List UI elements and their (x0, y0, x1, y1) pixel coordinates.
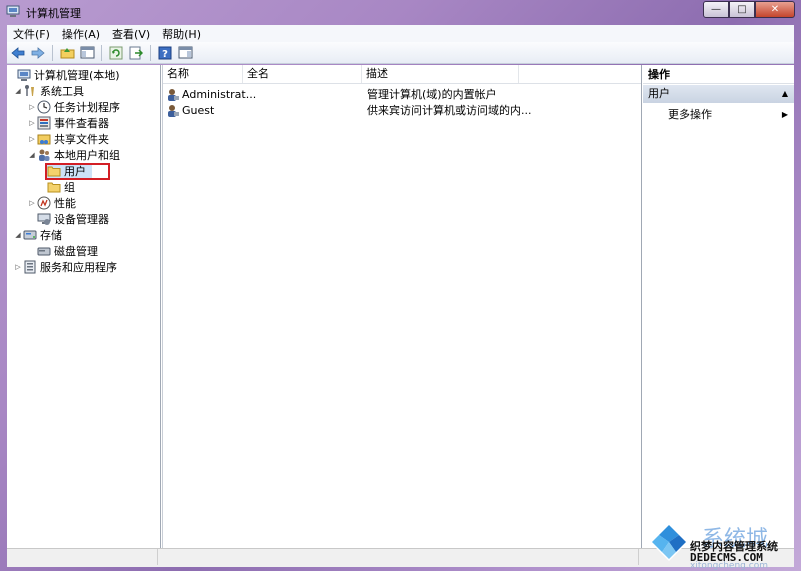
watermark-logo-icon (650, 523, 688, 561)
status-segment (158, 549, 639, 565)
export-icon[interactable] (127, 44, 145, 62)
tree-item-label: 设备管理器 (54, 213, 109, 226)
menu-bar: 文件(F) 操作(A) 查看(V) 帮助(H) (7, 25, 794, 42)
actions-section-label: 用户 (648, 87, 670, 100)
tree-item-system-tools[interactable]: ◢ 系统工具 (13, 83, 84, 99)
folder-icon (47, 180, 61, 194)
tree-item-label: 存储 (40, 229, 62, 242)
tree-item-computer-management[interactable]: 计算机管理(本地) (7, 67, 120, 83)
title-bar: 计算机管理 — □ ✕ (0, 0, 801, 24)
tree-item-disk-management[interactable]: 磁盘管理 (27, 243, 98, 259)
actions-pane: 操作 用户 ▲ 更多操作 ▶ (643, 65, 794, 548)
expanded-arrow-icon[interactable]: ◢ (27, 151, 37, 159)
tree-item-label: 共享文件夹 (54, 133, 109, 146)
storage-icon (23, 228, 37, 242)
close-button[interactable]: ✕ (755, 1, 795, 18)
user-description: 管理计算机(域)的内置帐户 (367, 88, 497, 101)
tree-item-event-viewer[interactable]: ▷ 事件查看器 (27, 115, 109, 131)
refresh-icon[interactable] (107, 44, 125, 62)
tree-item-shared-folders[interactable]: ▷ 共享文件夹 (27, 131, 109, 147)
minimize-button[interactable]: — (703, 1, 729, 18)
tree-item-services-applications[interactable]: ▷ 服务和应用程序 (13, 259, 117, 275)
user-icon (166, 103, 180, 119)
list-item[interactable]: Guest 供来宾访问计算机或访问域的内... (163, 103, 641, 119)
tree-item-label: 系统工具 (40, 85, 84, 98)
tools-icon (23, 84, 37, 98)
user-name: Administrat... (182, 88, 257, 101)
tree-item-storage[interactable]: ◢ 存储 (13, 227, 62, 243)
collapse-icon[interactable]: ▲ (782, 85, 788, 103)
up-icon[interactable] (58, 44, 76, 62)
back-icon[interactable] (9, 44, 27, 62)
user-description: 供来宾访问计算机或访问域的内... (367, 104, 532, 117)
user-name: Guest (182, 104, 215, 117)
navigation-tree: 计算机管理(本地) ◢ 系统工具 ▷ 任务计划程序 ▷ 事件查看器 ▷ 共享文件… (7, 65, 161, 548)
window-frame: 计算机管理 — □ ✕ 文件(F) 操作(A) 查看(V) 帮助(H) ? 计算… (0, 0, 801, 571)
tree-item-label: 磁盘管理 (54, 245, 98, 258)
collapsed-arrow-icon[interactable]: ▷ (27, 103, 37, 111)
site-watermark: 系统城 织梦内容管理系统 DEDECMS.COM xitongcheng.com (646, 517, 798, 571)
tree-item-groups[interactable]: 组 (47, 179, 75, 195)
actions-header: 操作 (643, 65, 794, 84)
disk-icon (37, 244, 51, 258)
column-header-name[interactable]: 名称 (163, 65, 243, 83)
column-header-fullname[interactable]: 全名 (243, 65, 362, 83)
collapsed-arrow-icon[interactable]: ▷ (13, 263, 23, 271)
collapsed-arrow-icon[interactable]: ▷ (27, 135, 37, 143)
column-header-description[interactable]: 描述 (362, 65, 519, 83)
tree-item-label: 计算机管理(本地) (34, 69, 120, 82)
list-item[interactable]: Administrat... 管理计算机(域)的内置帐户 (163, 87, 641, 103)
watermark-line-4: xitongcheng.com (690, 561, 768, 571)
svg-text:?: ? (162, 49, 168, 60)
user-icon (166, 87, 180, 103)
menu-file[interactable]: 文件(F) (7, 26, 56, 42)
selection-highlight-box (45, 163, 110, 180)
tree-item-label: 事件查看器 (54, 117, 109, 130)
submenu-arrow-icon: ▶ (781, 110, 788, 119)
tree-item-local-users-groups[interactable]: ◢ 本地用户和组 (27, 147, 120, 163)
computer-management-icon (6, 5, 20, 17)
toolbar-separator (52, 44, 53, 61)
tree-item-task-scheduler[interactable]: ▷ 任务计划程序 (27, 99, 120, 115)
collapsed-arrow-icon[interactable]: ▷ (27, 199, 37, 207)
collapsed-arrow-icon[interactable]: ▷ (27, 119, 37, 127)
menu-help[interactable]: 帮助(H) (156, 26, 207, 42)
tree-item-label: 服务和应用程序 (40, 261, 117, 274)
toolbar-separator (150, 44, 151, 61)
clock-icon (37, 100, 51, 114)
device-manager-icon (37, 212, 51, 226)
services-icon (23, 260, 37, 274)
performance-icon (37, 196, 51, 210)
show-tree-icon[interactable] (78, 44, 96, 62)
window-title: 计算机管理 (26, 7, 81, 20)
tree-item-label: 本地用户和组 (54, 149, 120, 162)
tree-item-label: 性能 (54, 197, 76, 210)
list-view: 名称 全名 描述 Administrat... 管理计算机(域)的内置帐户 Gu… (162, 65, 642, 548)
tree-item-performance[interactable]: ▷ 性能 (27, 195, 76, 211)
more-actions-label: 更多操作 (668, 108, 712, 121)
toolbar-separator (101, 44, 102, 61)
main-content: 计算机管理(本地) ◢ 系统工具 ▷ 任务计划程序 ▷ 事件查看器 ▷ 共享文件… (7, 65, 794, 548)
computer-icon (17, 68, 31, 82)
help-icon[interactable]: ? (156, 44, 174, 62)
list-header: 名称 全名 描述 (163, 65, 641, 84)
toolbar: ? (7, 42, 794, 64)
actions-section-users[interactable]: 用户 ▲ (643, 85, 794, 103)
maximize-button[interactable]: □ (729, 1, 755, 18)
console-icon[interactable] (176, 44, 194, 62)
shared-folder-icon (37, 132, 51, 146)
event-viewer-icon (37, 116, 51, 130)
menu-view[interactable]: 查看(V) (106, 26, 156, 42)
window-controls: — □ ✕ (703, 1, 795, 19)
more-actions-item[interactable]: 更多操作 ▶ (643, 106, 794, 123)
status-segment (7, 549, 158, 565)
tree-item-device-manager[interactable]: 设备管理器 (27, 211, 109, 227)
expanded-arrow-icon[interactable]: ◢ (13, 231, 23, 239)
users-group-icon (37, 148, 51, 162)
menu-action[interactable]: 操作(A) (56, 26, 106, 42)
tree-item-label: 任务计划程序 (54, 101, 120, 114)
tree-item-label: 组 (64, 181, 75, 194)
expanded-arrow-icon[interactable]: ◢ (13, 87, 23, 95)
forward-icon[interactable] (29, 44, 47, 62)
